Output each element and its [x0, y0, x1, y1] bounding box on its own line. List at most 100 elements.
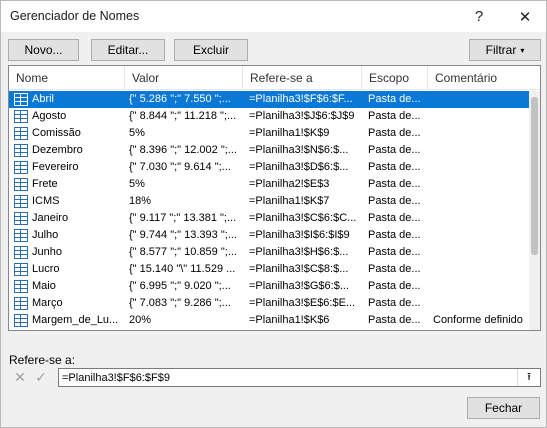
row-scope: Pasta de... [368, 93, 421, 105]
row-comment: Conforme definido [433, 314, 523, 326]
close-button[interactable]: Fechar [467, 397, 540, 419]
row-comment [433, 227, 529, 244]
named-range-icon [14, 127, 28, 140]
row-value: 5% [129, 127, 145, 139]
named-range-icon [14, 246, 28, 259]
title-bar: Gerenciador de Nomes ? ✕ [1, 1, 546, 32]
list-item[interactable]: Abril {" 5.286 ";" 7.550 ";... =Planilha3!… [9, 91, 529, 108]
row-comment [433, 91, 529, 108]
named-range-icon [14, 229, 28, 242]
list-item[interactable]: Frete 5% =Planilha2!$E$3 Pasta de... [9, 176, 529, 193]
collapse-dialog-icon[interactable]: ⭱ [517, 369, 540, 386]
row-scope: Pasta de... [368, 144, 421, 156]
named-range-icon [14, 314, 28, 327]
row-refers-to: =Planilha1!$K$9 [249, 127, 330, 139]
row-comment [433, 108, 529, 125]
row-comment [433, 142, 529, 159]
row-name: Frete [32, 178, 58, 190]
row-name: Margem_de_Lu... [32, 314, 119, 326]
name-manager-dialog: Gerenciador de Nomes ? ✕ Novo... Editar.… [0, 0, 547, 428]
row-value: {" 9.117 ";" 13.381 ";... [129, 212, 237, 224]
column-header-name[interactable]: Nome [9, 66, 125, 90]
column-header-refers-to[interactable]: Refere-se a [243, 66, 362, 90]
filter-label: Filtrar [485, 43, 517, 57]
row-name: Lucro [32, 263, 60, 275]
row-value: {" 5.286 ";" 7.550 ";... [129, 93, 231, 105]
row-refers-to: =Planilha3!$F$6:$F... [249, 93, 353, 105]
row-value: {" 6.995 ";" 9.020 ";... [129, 280, 231, 292]
row-name: Janeiro [32, 212, 69, 224]
row-name: Maio [32, 280, 56, 292]
list-item[interactable]: Dezembro {" 8.396 ";" 12.002 ";... =Planil… [9, 142, 529, 159]
cancel-edit-icon[interactable]: ✕ [10, 367, 30, 387]
row-scope: Pasta de... [368, 280, 421, 292]
list-item[interactable]: ICMS 18% =Planilha1!$K$7 Pasta de... [9, 193, 529, 210]
list-item[interactable]: Janeiro {" 9.117 ";" 13.381 ";... =Planilh… [9, 210, 529, 227]
row-comment [433, 176, 529, 193]
row-value: {" 8.844 ";" 11.218 ";... [129, 110, 237, 122]
row-value: 20% [129, 314, 152, 326]
row-name: Junho [32, 246, 62, 258]
row-name: Dezembro [32, 144, 83, 156]
refers-to-input[interactable] [58, 368, 541, 387]
row-refers-to: =Planilha3!$J$6:$J$9 [249, 110, 355, 122]
row-refers-to: =Planilha3!$I$6:$I$9 [249, 229, 350, 241]
filter-button[interactable]: Filtrar ▾ [469, 39, 541, 61]
row-refers-to: =Planilha3!$E$6:$E... [249, 297, 356, 309]
edit-button[interactable]: Editar... [91, 39, 165, 61]
list-item[interactable]: Junho {" 8.577 ";" 10.859 ";... =Planilha3… [9, 244, 529, 261]
row-name: Comissão [32, 127, 81, 139]
dialog-title: Gerenciador de Nomes [10, 9, 140, 23]
row-name: Abril [32, 93, 55, 105]
list-item[interactable]: Fevereiro {" 7.030 ";" 9.614 ";... =Planil… [9, 159, 529, 176]
named-range-icon [14, 144, 28, 157]
row-name: ICMS [32, 195, 60, 207]
column-header-value[interactable]: Valor [125, 66, 243, 90]
column-header-scope[interactable]: Escopo [362, 66, 428, 90]
row-comment [433, 210, 529, 227]
row-value: {" 7.083 ";" 9.286 ";... [129, 297, 231, 309]
chevron-down-icon: ▾ [520, 45, 525, 55]
close-icon[interactable]: ✕ [503, 1, 547, 32]
list-item[interactable]: Margem_de_Lu... 20% =Planilha1!$K$6 Pasta d… [9, 312, 529, 329]
row-refers-to: =Planilha3!$D$6:$... [249, 161, 349, 173]
row-name: Março [32, 297, 63, 309]
row-value: 5% [129, 178, 145, 190]
row-value: 18% [129, 195, 152, 207]
row-refers-to: =Planilha1!$K$7 [249, 195, 330, 207]
row-refers-to: =Planilha3!$G$6:$... [249, 280, 349, 292]
help-icon[interactable]: ? [457, 1, 501, 32]
list-header: Nome Valor Refere-se a Escopo Comentário [9, 66, 540, 90]
confirm-edit-icon[interactable]: ✓ [31, 367, 51, 387]
row-comment [433, 278, 529, 295]
row-scope: Pasta de... [368, 263, 421, 275]
new-button[interactable]: Novo... [8, 39, 79, 61]
named-range-icon [14, 263, 28, 276]
row-refers-to: =Planilha1!$K$6 [249, 314, 330, 326]
named-range-icon [14, 161, 28, 174]
list-item[interactable]: Março {" 7.083 ";" 9.286 ";... =Planilha3!… [9, 295, 529, 312]
row-scope: Pasta de... [368, 212, 421, 224]
row-comment [433, 261, 529, 278]
named-range-icon [14, 195, 28, 208]
names-list: Nome Valor Refere-se a Escopo Comentário… [8, 65, 541, 331]
row-comment [433, 244, 529, 261]
row-refers-to: =Planilha3!$C$8:$... [249, 263, 349, 275]
list-item[interactable]: Julho {" 9.744 ";" 13.393 ";... =Planilha3… [9, 227, 529, 244]
list-item[interactable]: Maio {" 6.995 ";" 9.020 ";... =Planilha3!$… [9, 278, 529, 295]
delete-button[interactable]: Excluir [174, 39, 248, 61]
row-name: Fevereiro [32, 161, 79, 173]
row-scope: Pasta de... [368, 314, 421, 326]
row-comment [433, 125, 529, 142]
row-comment [433, 193, 529, 210]
column-header-comment[interactable]: Comentário [428, 66, 540, 90]
row-scope: Pasta de... [368, 246, 421, 258]
list-item[interactable]: Comissão 5% =Planilha1!$K$9 Pasta de... [9, 125, 529, 142]
vertical-scrollbar[interactable] [529, 91, 540, 330]
list-item[interactable]: Lucro {" 15.140 "\" 11.529 ... =Planilha3!… [9, 261, 529, 278]
named-range-icon [14, 212, 28, 225]
named-range-icon [14, 297, 28, 310]
scrollbar-thumb[interactable] [531, 97, 538, 255]
row-value: {" 15.140 "\" 11.529 ... [129, 263, 236, 275]
list-item[interactable]: Agosto {" 8.844 ";" 11.218 ";... =Planilha… [9, 108, 529, 125]
